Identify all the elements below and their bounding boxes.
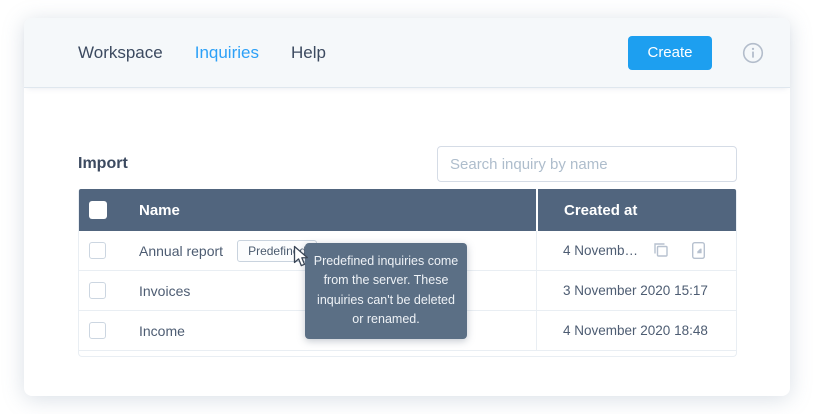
- toolbar-row: Import: [78, 146, 737, 182]
- nav-item-help[interactable]: Help: [291, 43, 326, 63]
- created-at-value: 3 November 2020 15:17: [563, 283, 708, 298]
- table-header-row: Name Created at: [79, 189, 736, 231]
- file-export-icon[interactable]: [690, 241, 707, 260]
- created-at-value: 4 Novemb…: [563, 243, 638, 258]
- inquiry-name: Income: [139, 323, 185, 339]
- top-navigation-bar: Workspace Inquiries Help Create: [24, 18, 790, 88]
- inquiry-name: Invoices: [139, 283, 190, 299]
- row-actions: [652, 241, 707, 260]
- select-all-checkbox[interactable]: [89, 201, 107, 219]
- column-header-created-at: Created at: [536, 189, 736, 231]
- search-input[interactable]: [437, 146, 737, 182]
- create-button[interactable]: Create: [628, 36, 712, 70]
- predefined-tooltip: Predefined inquiries come from the serve…: [305, 243, 467, 339]
- section-title: Import: [78, 155, 128, 173]
- created-at-value: 4 November 2020 18:48: [563, 323, 708, 338]
- main-nav: Workspace Inquiries Help: [78, 43, 326, 63]
- nav-item-workspace[interactable]: Workspace: [78, 43, 163, 63]
- row-checkbox[interactable]: [89, 322, 106, 339]
- nav-item-inquiries[interactable]: Inquiries: [195, 43, 259, 63]
- column-header-name: Name: [139, 189, 536, 231]
- row-checkbox[interactable]: [89, 242, 106, 259]
- copy-icon[interactable]: [652, 241, 670, 260]
- inquiry-name: Annual report: [139, 243, 223, 259]
- info-icon[interactable]: [742, 42, 764, 64]
- row-checkbox[interactable]: [89, 282, 106, 299]
- app-card: Workspace Inquiries Help Create Import N…: [24, 18, 790, 396]
